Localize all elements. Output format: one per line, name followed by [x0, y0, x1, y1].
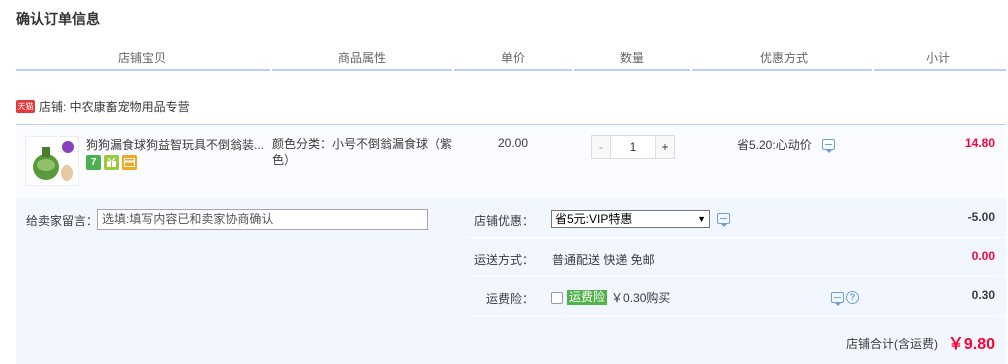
- discount-text: 省5.20:心动价: [737, 138, 812, 152]
- header-separator: [690, 68, 692, 71]
- shipping-cost: 0.00: [971, 249, 995, 263]
- shop-row: 天猫 店铺: 中农康畜宠物用品专营: [16, 97, 190, 115]
- shipping-method-value: 普通配送 快递 免邮: [552, 253, 655, 267]
- insurance-value: 0.30: [971, 288, 995, 302]
- col-header-subtotal: 小计: [925, 51, 950, 65]
- shop-total-label: 店铺合计(含运费): [846, 337, 938, 351]
- dropdown-arrow-icon: ▼: [697, 214, 706, 224]
- unit-price: 20.00: [498, 136, 529, 150]
- product-attribute: 颜色分类：小号不倒翁漏食球（紫色）: [272, 137, 453, 167]
- product-title-link[interactable]: 狗狗漏食球狗益智玩具不倒翁装...: [86, 136, 266, 153]
- insurance-help: ?: [831, 291, 859, 306]
- header-separator: [872, 68, 874, 71]
- col-header-quantity: 数量: [619, 51, 644, 65]
- shop-discount-selected: 省5元:VIP特惠: [555, 212, 633, 226]
- row-divider: [466, 316, 1006, 317]
- page-title: 确认订单信息: [16, 11, 100, 27]
- col-header-discount: 优惠方式: [759, 51, 808, 65]
- question-icon[interactable]: ?: [846, 291, 859, 304]
- row-divider: [466, 237, 1006, 238]
- insurance-tag: 运费险: [567, 290, 608, 305]
- tmall-badge-icon: 天猫: [16, 99, 35, 113]
- header-separator: [452, 68, 454, 71]
- quantity-decrease-button[interactable]: -: [591, 135, 611, 159]
- seller-message-input[interactable]: 选填:填写内容已和卖家协商确认: [97, 209, 428, 230]
- shop-discount-label: 店铺优惠：: [473, 214, 534, 228]
- item-subtotal: 14.80: [964, 136, 995, 150]
- header-separator: [572, 68, 574, 71]
- insurance-checkbox[interactable]: [551, 291, 563, 304]
- shop-total-value: ￥9.80: [947, 336, 995, 353]
- header-separator: [270, 68, 272, 71]
- col-header-price: 单价: [500, 51, 525, 65]
- seven-day-return-icon[interactable]: 7: [86, 155, 101, 170]
- col-header-items: 店铺宝贝: [117, 51, 166, 65]
- seller-message-label: 给卖家留言：: [26, 214, 99, 228]
- credit-card-icon[interactable]: [122, 155, 137, 170]
- header-divider: [16, 69, 1006, 71]
- gift-icon[interactable]: [104, 155, 119, 170]
- quantity-stepper: - 1 +: [591, 135, 675, 159]
- shop-discount-select[interactable]: 省5元:VIP特惠 ▼: [551, 210, 710, 228]
- col-header-attributes: 商品属性: [337, 51, 386, 65]
- insurance-option: 运费险 ￥0.30购买: [551, 289, 670, 306]
- row-divider: [466, 276, 1006, 277]
- service-icons: 7: [86, 155, 137, 170]
- comment-icon[interactable]: [717, 213, 730, 227]
- product-thumbnail[interactable]: [25, 136, 79, 186]
- comment-icon[interactable]: [831, 292, 844, 306]
- insurance-label: 运费险：: [485, 292, 534, 306]
- shop-name[interactable]: 店铺: 中农康畜宠物用品专营: [39, 98, 190, 115]
- comment-icon[interactable]: [821, 139, 835, 153]
- insurance-price-text: ￥0.30购买: [611, 291, 671, 305]
- shop-discount-value: -5.00: [967, 210, 995, 224]
- quantity-increase-button[interactable]: +: [655, 135, 675, 159]
- quantity-input[interactable]: 1: [611, 135, 655, 159]
- item-discount: 省5.20:心动价: [737, 136, 835, 153]
- shipping-method-label: 运送方式：: [473, 253, 534, 267]
